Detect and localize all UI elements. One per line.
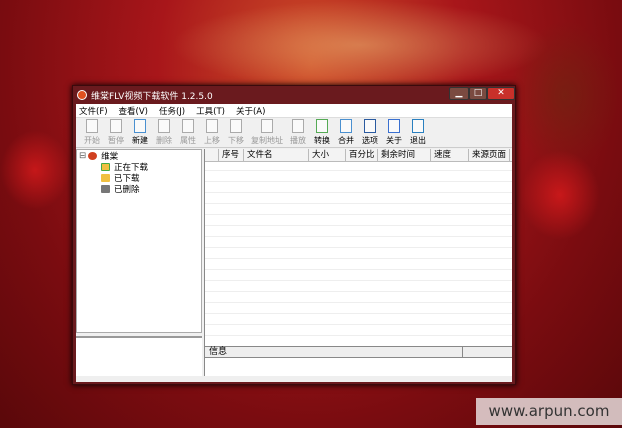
toolbar-icon xyxy=(340,119,352,133)
toolbar-button[interactable]: 转换 xyxy=(310,119,334,147)
toolbar-label: 退出 xyxy=(410,136,426,145)
toolbar-icon xyxy=(182,119,194,133)
toolbar-button[interactable]: 删除 xyxy=(152,119,176,147)
toolbar-label: 合并 xyxy=(338,136,354,145)
menu-item[interactable]: 工具(T) xyxy=(196,105,225,117)
watermark: www.arpun.com xyxy=(476,398,622,425)
tree-item-downloaded[interactable]: 已下载 xyxy=(77,172,201,184)
toolbar-button[interactable]: 合并 xyxy=(334,119,358,147)
toolbar: 开始 暂停 新建 删除 属性 上移 下移 复制地址 播放 转换 合并 选项 关于 退出 xyxy=(76,118,512,148)
collapse-icon[interactable]: ⊟ xyxy=(79,151,86,161)
toolbar-icon xyxy=(388,119,400,133)
toolbar-label: 复制地址 xyxy=(251,136,283,145)
toolbar-icon xyxy=(86,119,98,133)
toolbar-icon xyxy=(412,119,424,133)
column-header[interactable]: 序号 xyxy=(219,149,244,161)
toolbar-icon xyxy=(364,119,376,133)
toolbar-label: 属性 xyxy=(180,136,196,145)
toolbar-button[interactable]: 开始 xyxy=(80,119,104,147)
category-tree: ⊟ 维棠 正在下载 已下载 已删除 xyxy=(76,149,202,333)
toolbar-icon xyxy=(261,119,273,133)
column-header[interactable]: 来源页面 xyxy=(469,149,510,161)
toolbar-label: 选项 xyxy=(362,136,378,145)
toolbar-button[interactable]: 下移 xyxy=(224,119,248,147)
toolbar-label: 新建 xyxy=(132,136,148,145)
list-header: 序号 文件名 大小 百分比 剩余时间 速度 来源页面 xyxy=(205,149,512,162)
app-logo-icon xyxy=(88,151,98,160)
toolbar-button[interactable]: 复制地址 xyxy=(248,119,286,147)
toolbar-button[interactable]: 选项 xyxy=(358,119,382,147)
column-header[interactable]: 百分比 xyxy=(346,149,378,161)
client-area: 文件(F) 查看(V) 任务(J) 工具(T) 关于(A) 开始 暂停 新建 删除 属性 上移 下移… xyxy=(76,104,512,382)
close-button[interactable]: ✕ xyxy=(487,87,515,100)
info-panel: 信息 xyxy=(204,346,512,376)
toolbar-icon xyxy=(206,119,218,133)
menu-item[interactable]: 文件(F) xyxy=(79,105,108,117)
toolbar-button[interactable]: 新建 xyxy=(128,119,152,147)
toolbar-icon xyxy=(316,119,328,133)
title-bar[interactable]: 维棠FLV视频下载软件 1.2.5.0 ▁ □ ✕ xyxy=(73,86,515,104)
menu-item[interactable]: 关于(A) xyxy=(236,105,265,117)
toolbar-button[interactable]: 播放 xyxy=(286,119,310,147)
toolbar-label: 播放 xyxy=(290,136,306,145)
toolbar-icon xyxy=(230,119,242,133)
toolbar-button[interactable]: 暂停 xyxy=(104,119,128,147)
folder-download-icon xyxy=(101,162,110,171)
column-header[interactable]: 速度 xyxy=(431,149,469,161)
toolbar-icon xyxy=(292,119,304,133)
toolbar-icon xyxy=(110,119,122,133)
status-bar xyxy=(76,376,512,382)
toolbar-label: 开始 xyxy=(84,136,100,145)
background-horses xyxy=(170,0,550,90)
column-header[interactable] xyxy=(205,149,219,161)
menu-bar: 文件(F) 查看(V) 任务(J) 工具(T) 关于(A) xyxy=(76,104,512,118)
app-logo-icon xyxy=(77,90,87,100)
background-flag-left xyxy=(0,130,70,210)
column-header[interactable]: 剩余时间 xyxy=(378,149,431,161)
maximize-button[interactable]: □ xyxy=(469,87,487,100)
menu-item[interactable]: 任务(J) xyxy=(159,105,185,117)
trash-icon xyxy=(101,184,110,193)
background-horse-right xyxy=(510,20,620,170)
info-header: 信息 xyxy=(205,347,463,357)
background-flag-right xyxy=(520,150,600,240)
detail-panel xyxy=(76,336,202,376)
toolbar-label: 上移 xyxy=(204,136,220,145)
column-header[interactable]: 大小 xyxy=(309,149,346,161)
toolbar-icon xyxy=(134,119,146,133)
menu-item[interactable]: 查看(V) xyxy=(119,105,148,117)
tree-root[interactable]: ⊟ 维棠 xyxy=(77,150,201,162)
toolbar-label: 转换 xyxy=(314,136,330,145)
folder-icon xyxy=(101,173,110,182)
toolbar-label: 删除 xyxy=(156,136,172,145)
toolbar-button[interactable]: 关于 xyxy=(382,119,406,147)
toolbar-label: 关于 xyxy=(386,136,402,145)
minimize-button[interactable]: ▁ xyxy=(449,87,469,100)
task-list[interactable]: 序号 文件名 大小 百分比 剩余时间 速度 来源页面 xyxy=(204,149,512,346)
toolbar-button[interactable]: 属性 xyxy=(176,119,200,147)
window-title: 维棠FLV视频下载软件 1.2.5.0 xyxy=(91,91,213,102)
app-window: 维棠FLV视频下载软件 1.2.5.0 ▁ □ ✕ 文件(F) 查看(V) 任务(J… xyxy=(72,85,516,385)
toolbar-label: 暂停 xyxy=(108,136,124,145)
toolbar-label: 下移 xyxy=(228,136,244,145)
tree-item-downloading[interactable]: 正在下载 xyxy=(77,161,201,173)
column-header[interactable]: 文件名 xyxy=(244,149,309,161)
tree-item-label: 已删除 xyxy=(114,184,140,195)
toolbar-button[interactable]: 上移 xyxy=(200,119,224,147)
toolbar-icon xyxy=(158,119,170,133)
tree-item-deleted[interactable]: 已删除 xyxy=(77,183,201,195)
toolbar-button[interactable]: 退出 xyxy=(406,119,430,147)
